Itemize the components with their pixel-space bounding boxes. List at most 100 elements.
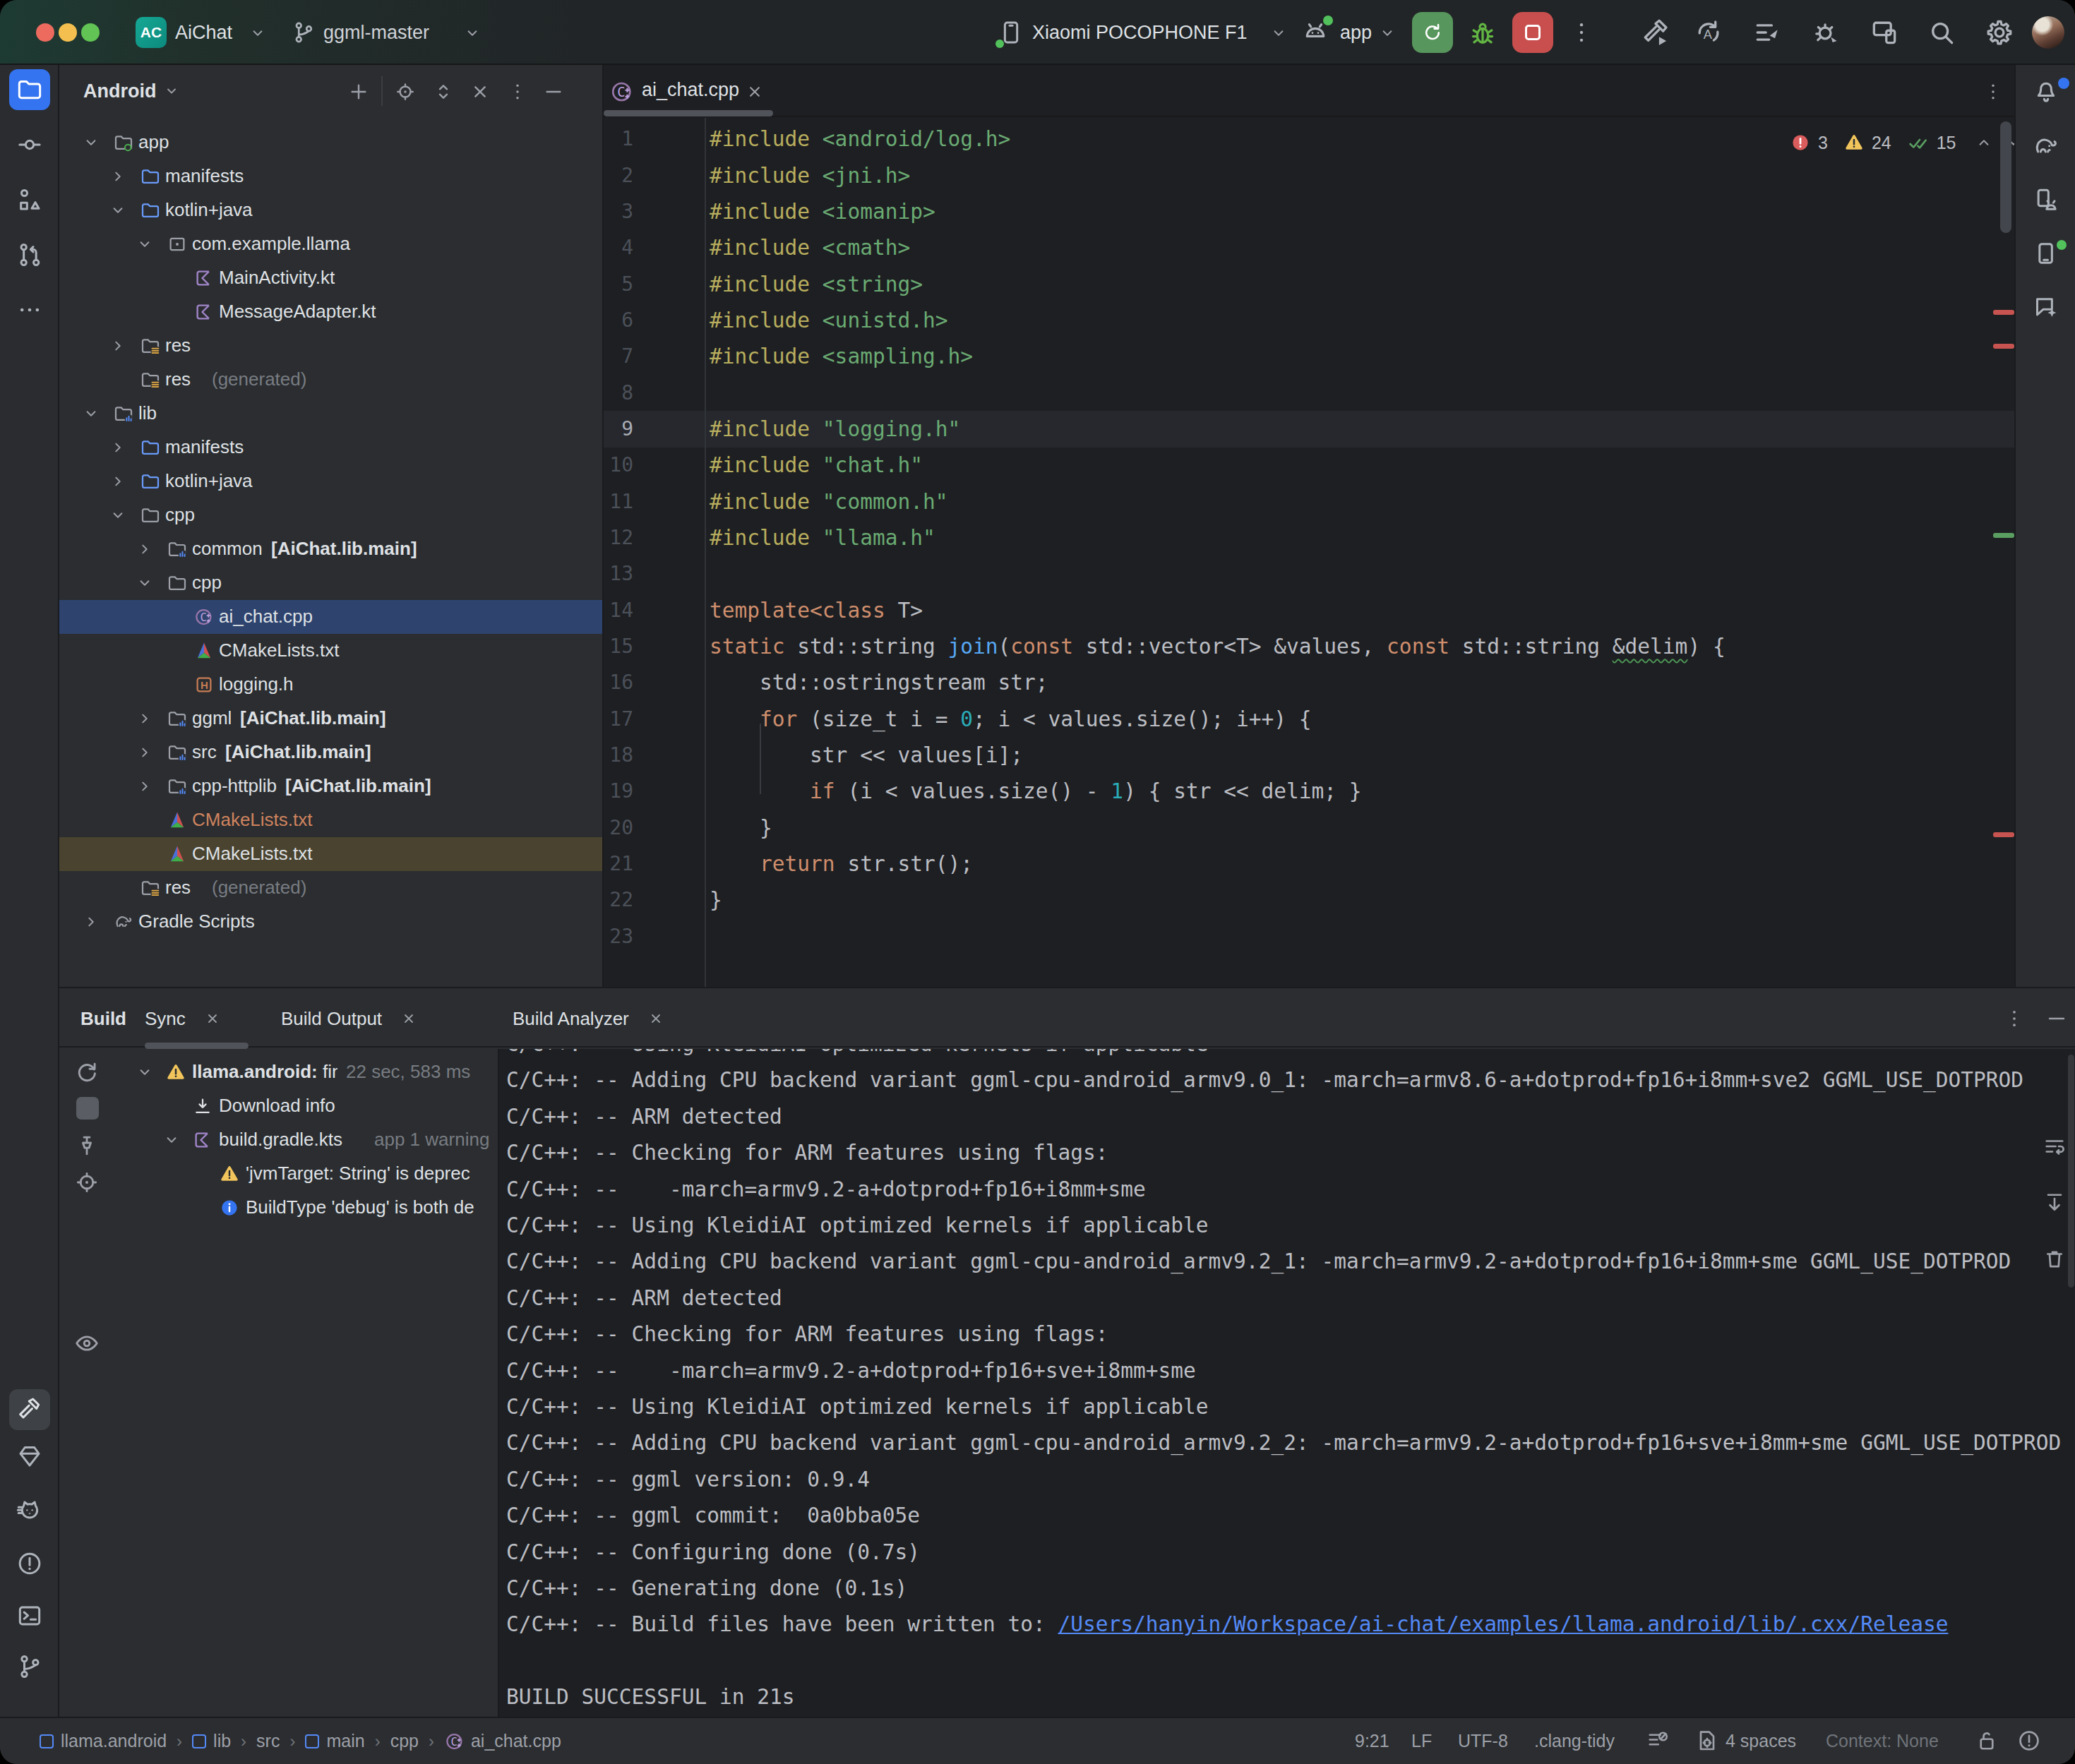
chevron-right-icon[interactable]	[136, 777, 154, 796]
sync-project-icon[interactable]: A	[1693, 17, 1724, 48]
search-icon[interactable]	[1926, 17, 1957, 48]
chevron-right-icon[interactable]	[136, 709, 154, 728]
caret-position[interactable]: 9:21	[1355, 1718, 1389, 1764]
project-view-selector[interactable]: Android	[83, 80, 156, 102]
inspections-widget[interactable]: 3 24 15	[1790, 127, 2014, 158]
tree-item-cmakelists-txt[interactable]: CMakeLists.txt	[59, 803, 604, 837]
code-line[interactable]: #include "logging.h"	[710, 411, 2014, 448]
line-number[interactable]: 9	[604, 411, 633, 448]
code-line[interactable]: static std::string join(const std::vecto…	[710, 628, 2014, 665]
code-line[interactable]: #include <sampling.h>	[710, 338, 2014, 375]
settings-gear-icon[interactable]	[1984, 17, 2015, 48]
code-area[interactable]: 1#include <android/log.h>2#include <jni.…	[604, 118, 2014, 987]
tree-item-cpp-httplib[interactable]: cpp-httplibcpp-httplib[AiChat.lib.main]	[59, 769, 604, 803]
soft-wrap-icon[interactable]	[2042, 1134, 2067, 1159]
error-stripe-mark[interactable]	[1993, 533, 2014, 538]
chevron-down-icon[interactable]	[82, 133, 100, 152]
build-tool-button[interactable]	[9, 1389, 50, 1430]
more-tools-button[interactable]	[9, 289, 50, 330]
breadcrumb-item[interactable]: src	[256, 1731, 280, 1751]
build-tree-item[interactable]: Download info	[59, 1089, 498, 1123]
chevron-right-icon[interactable]	[109, 438, 127, 457]
encoding[interactable]: UTF-8	[1458, 1718, 1508, 1764]
code-line[interactable]: #include <string>	[710, 266, 2014, 303]
line-number[interactable]: 16	[604, 664, 633, 701]
line-number[interactable]: 2	[604, 157, 633, 194]
build-tree-item[interactable]: llama.android: fin22 sec, 583 ms	[59, 1055, 498, 1089]
code-line[interactable]: if (i < values.size() - 1) { str << deli…	[710, 773, 2014, 810]
chevron-down-icon[interactable]	[82, 404, 100, 423]
code-line[interactable]: #include "common.h"	[710, 484, 2014, 520]
build-options-kebab-icon[interactable]	[2002, 1007, 2026, 1031]
close-window-button[interactable]	[36, 23, 54, 42]
code-line[interactable]: template<class T>	[710, 592, 2014, 629]
logcat-tool-button[interactable]	[9, 1491, 50, 1532]
line-number[interactable]: 13	[604, 556, 633, 592]
tree-item-lib[interactable]: lib	[59, 397, 604, 431]
project-tool-button[interactable]	[9, 69, 50, 110]
attach-debugger-icon[interactable]	[1810, 17, 1841, 48]
build-hammer-icon[interactable]	[1639, 17, 1670, 48]
tab-build-analyzer[interactable]: Build Analyzer	[513, 990, 664, 1048]
tree-item-cmakelists-txt[interactable]: CMakeLists.txt	[59, 634, 604, 668]
error-indicator-icon[interactable]	[2016, 1728, 2042, 1753]
minimize-window-button[interactable]	[59, 23, 77, 42]
indent-config-icon[interactable]	[1694, 1728, 1720, 1753]
error-stripe-mark[interactable]	[1993, 832, 2014, 837]
breadcrumb-item[interactable]: cpp	[390, 1731, 419, 1751]
close-tab-icon[interactable]	[647, 1010, 664, 1027]
chevron-down-icon[interactable]	[136, 1063, 154, 1081]
locate-file-icon[interactable]	[394, 80, 417, 103]
terminal-tool-button[interactable]	[9, 1595, 50, 1636]
formatter-icon[interactable]	[1645, 1728, 1670, 1753]
code-line[interactable]: }	[710, 810, 2014, 846]
line-number[interactable]: 19	[604, 773, 633, 810]
tree-item-common[interactable]: commoncommon[AiChat.lib.main]	[59, 532, 604, 566]
line-number[interactable]: 11	[604, 484, 633, 520]
chevron-down-icon[interactable]	[109, 201, 127, 220]
console-scrollbar[interactable]	[2068, 1055, 2074, 1288]
build-tree-item[interactable]: build.gradle.ktsapp 1 warning	[59, 1123, 498, 1157]
chevron-down-icon[interactable]	[136, 235, 154, 253]
build-console[interactable]: C/C++: -- Using KleidiAI optimized kerne…	[498, 1049, 2075, 1717]
indent-size[interactable]: 4 spaces	[1726, 1718, 1796, 1764]
tree-item-messageadapter-kt[interactable]: MessageAdapter.kt	[59, 295, 604, 329]
device-manager-button[interactable]	[2026, 179, 2067, 220]
code-line[interactable]: }	[710, 882, 2014, 918]
line-number[interactable]: 22	[604, 882, 633, 918]
pull-requests-tool-button[interactable]	[9, 234, 50, 275]
breadcrumb-item[interactable]: ai_chat.cpp	[471, 1731, 561, 1751]
code-line[interactable]: return str.str();	[710, 846, 2014, 882]
running-devices-button[interactable]	[2026, 233, 2067, 274]
build-output-link[interactable]: /Users/hanyin/Workspace/ai-chat/examples…	[1058, 1612, 1948, 1636]
chevron-down-icon[interactable]	[136, 574, 154, 592]
hide-build-panel-icon[interactable]	[2045, 1007, 2069, 1031]
line-number[interactable]: 4	[604, 229, 633, 266]
tree-item-manifests[interactable]: manifests	[59, 431, 604, 464]
line-number[interactable]: 3	[604, 193, 633, 230]
chevron-right-icon[interactable]	[136, 540, 154, 558]
line-number[interactable]: 7	[604, 338, 633, 375]
line-number[interactable]: 10	[604, 447, 633, 484]
editor-scrollbar[interactable]	[2000, 121, 2011, 233]
lock-icon[interactable]	[1974, 1728, 1999, 1753]
app-quality-insights-button[interactable]	[9, 1436, 50, 1477]
scroll-to-end-icon[interactable]	[2042, 1190, 2067, 1216]
hide-panel-icon[interactable]	[542, 80, 565, 103]
line-number[interactable]: 1	[604, 121, 633, 157]
close-tab-icon[interactable]	[204, 1010, 221, 1027]
code-line[interactable]: #include "llama.h"	[710, 520, 2014, 556]
tab-build-output[interactable]: Build Output	[281, 990, 417, 1048]
add-icon[interactable]	[347, 80, 370, 103]
panel-options-kebab-icon[interactable]	[506, 80, 529, 103]
collapse-all-icon[interactable]	[469, 80, 491, 103]
tree-item-app[interactable]: app	[59, 126, 604, 160]
buildtab-scrollbar[interactable]	[145, 1043, 249, 1049]
zoom-window-button[interactable]	[81, 23, 100, 42]
stop-button[interactable]	[1512, 12, 1553, 53]
clang-tidy[interactable]: .clang-tidy	[1534, 1718, 1615, 1764]
version-control-tool-button[interactable]	[9, 1646, 50, 1687]
clear-console-trash-icon[interactable]	[2042, 1247, 2067, 1272]
code-line[interactable]: std::ostringstream str;	[710, 664, 2014, 701]
device-mirror-icon[interactable]	[1869, 17, 1900, 48]
